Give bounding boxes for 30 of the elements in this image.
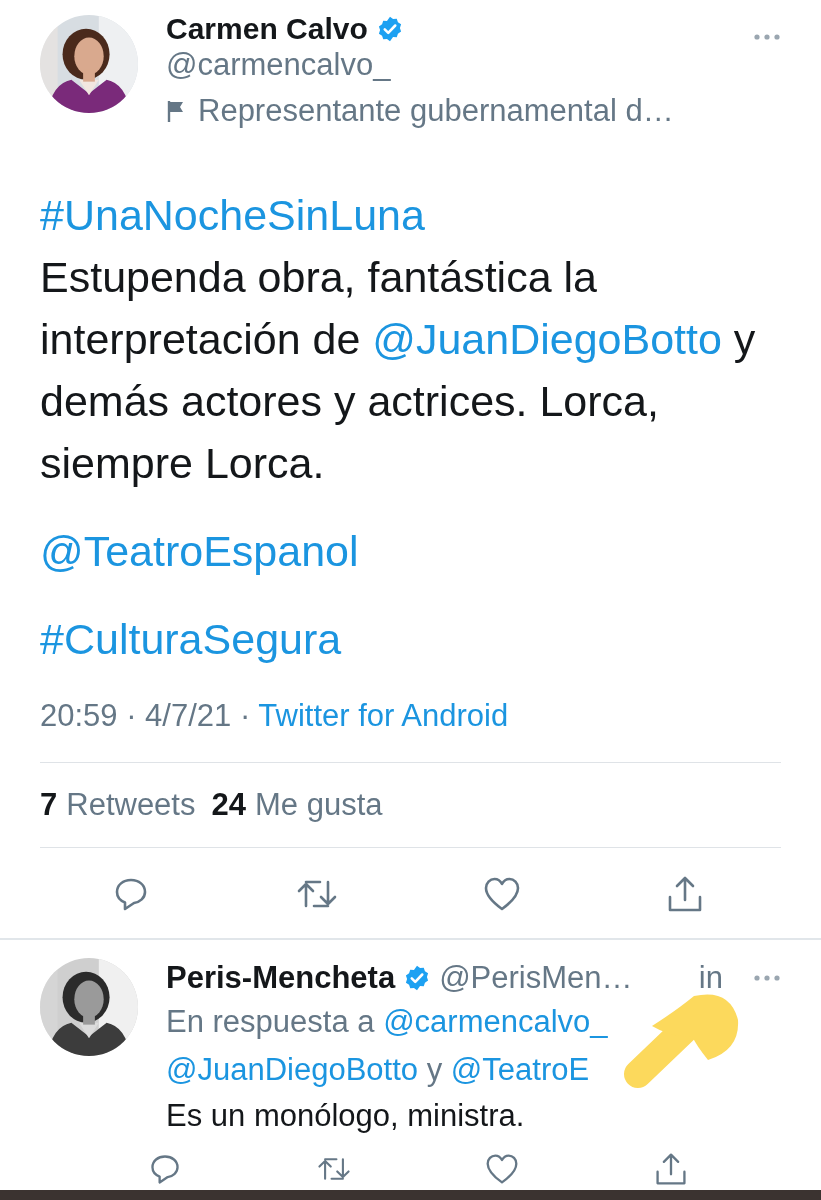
source-link[interactable]: Twitter for Android [258, 698, 509, 733]
tweet-time: in [698, 960, 723, 996]
mention-link[interactable]: @JuanDiegoBotto [166, 1052, 419, 1087]
like-icon[interactable] [485, 1152, 520, 1186]
stat-count: 7 [40, 786, 58, 824]
mention-link[interactable]: @TeatroEspanol [40, 527, 359, 575]
author-name[interactable]: Peris-Mencheta [166, 960, 396, 996]
account-label: Representante gubernamental d… [198, 92, 674, 130]
stat-count: 24 [211, 786, 246, 824]
share-icon[interactable] [653, 1152, 688, 1186]
flag-icon [166, 99, 186, 123]
mention-link[interactable]: @JuanDiegoBotto [372, 315, 722, 363]
stat-label[interactable]: Me gusta [254, 785, 383, 825]
tweet-text: #UnaNocheSinLuna Estupenda obra, fantástica la interpretación de @JuanDiegoBotto y demás actores y actrices. Lorca, siempre Lorca. [40, 190, 757, 489]
author-name[interactable]: Carmen Calvo [166, 11, 368, 47]
author-handle[interactable]: @carmencalvo_ [166, 47, 725, 83]
hashtag-link[interactable]: #CulturaSegura [40, 615, 342, 663]
mention-link[interactable]: @TeatroE [450, 1052, 590, 1087]
like-icon[interactable] [483, 876, 522, 912]
more-icon[interactable] [753, 974, 781, 982]
author-handle[interactable]: @PerisMen… [439, 960, 633, 996]
reply-icon[interactable] [148, 1152, 182, 1186]
share-icon[interactable] [666, 875, 703, 913]
tweet-text: Es un monólogo, ministra. [166, 1097, 525, 1135]
stat-label[interactable]: Retweets [66, 785, 196, 825]
reply-context: En respuesta a @carmencalvo_ @JuanDiegoBotto y @TeatroE [166, 1003, 608, 1089]
more-icon[interactable] [753, 33, 781, 41]
timestamp: 20:59 · 4/7/21 · [40, 698, 251, 733]
hashtag-link[interactable]: #UnaNocheSinLuna [40, 191, 425, 239]
mention-link[interactable]: @carmencalvo_ [383, 1004, 608, 1039]
